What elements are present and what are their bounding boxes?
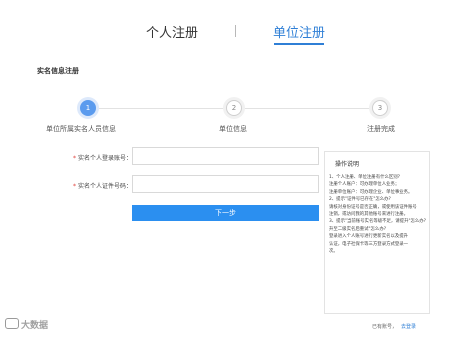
login-prompt: 已有账号， 去登录 [372, 323, 416, 330]
required-mark: * [73, 155, 76, 162]
tab-unit-registration[interactable]: 单位注册 [273, 22, 325, 41]
tab-divider [235, 25, 236, 37]
step-2-label: 单位信息 [219, 125, 247, 133]
id-number-label: * 实名个人证件号码： [73, 181, 132, 190]
section-title: 实名信息注册 [37, 67, 79, 75]
watermark-text: 大数据 [21, 321, 49, 331]
watermark-icon [5, 318, 19, 329]
active-tab-underline [274, 43, 324, 45]
login-account-label-text: 实名个人登录账号： [78, 155, 133, 162]
step-2-circle: 2 [226, 100, 242, 116]
next-step-button[interactable]: 下一步 [132, 205, 319, 221]
step-connector-2 [243, 108, 371, 109]
registration-tabs: 个人注册 单位注册 [0, 22, 465, 48]
step-1-label: 单位所属实名人员信息 [46, 125, 116, 133]
help-line: 认证，电子社保卡等三方登录方式登录一 [329, 241, 409, 247]
help-line: 次。 [329, 249, 338, 255]
step-1-circle: 1 [80, 100, 96, 116]
help-panel: 操作说明 1、个人注册、单位注册有什么区别? 注册个人账户：可办理单位人业务； … [324, 151, 430, 314]
help-line: 注册个人账户：可办理单位人业务； [329, 182, 400, 188]
help-line: 注销，或访问我的其他账号来进行注册。 [329, 212, 409, 218]
step-3-circle: 3 [372, 100, 388, 116]
help-line: 3、提示"当前账号实名等级不足，请提升"怎么办? [329, 219, 426, 225]
help-line: 升至二级实名后重试"怎么办? [329, 226, 387, 232]
id-number-input[interactable] [132, 175, 319, 193]
step-3-label: 注册完成 [367, 125, 395, 133]
step-connector-1 [97, 108, 226, 109]
login-prompt-text: 已有账号， [372, 324, 398, 330]
help-title: 操作说明 [335, 161, 360, 168]
go-login-link[interactable]: 去登录 [401, 324, 416, 330]
help-line: 注册单位账户：可办理企业、单位事业务。 [329, 189, 413, 195]
help-line: 登录进入个人账号进行更新实名以及提升 [329, 234, 409, 240]
help-line: 1、个人注册、单位注册有什么区别? [329, 175, 400, 180]
help-line: 2、提示"证件号已存在"怎么办? [329, 197, 391, 203]
login-account-label: * 实名个人登录账号： [73, 153, 132, 162]
help-line: 请核对身份证号是否正确，或使用该证件账号 [329, 204, 417, 210]
tab-personal-registration[interactable]: 个人注册 [146, 22, 198, 41]
login-account-input[interactable] [132, 147, 319, 165]
id-number-label-text: 实名个人证件号码： [78, 183, 133, 190]
required-mark: * [73, 183, 76, 190]
